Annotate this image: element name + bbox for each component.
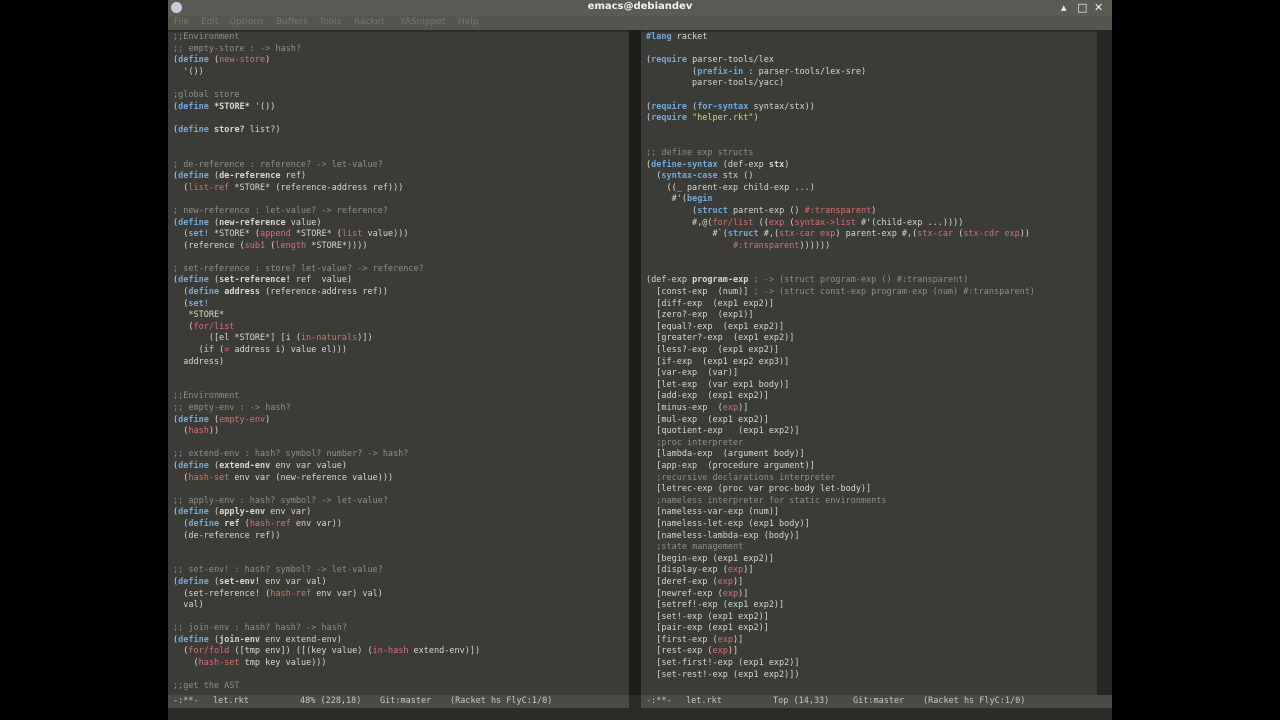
echo-area[interactable] xyxy=(168,708,1112,720)
modeline-position: Top (14,33) xyxy=(773,696,830,706)
modeline-state: -:**- xyxy=(173,696,199,706)
menu-help[interactable]: Help xyxy=(458,17,479,27)
right-pane-scrollbar[interactable] xyxy=(1097,30,1112,695)
left-mode-line[interactable]: -:**- let.rkt 48% (228,18) Git:master (R… xyxy=(168,695,629,708)
left-editor-pane[interactable]: ;;Environment ;; empty-store : -> hash? … xyxy=(168,32,629,695)
right-mode-line[interactable]: -:**- let.rkt Top (14,33) Git:master (Ra… xyxy=(641,695,1112,708)
menu-file[interactable]: File xyxy=(174,17,189,27)
modeline-buffer: let.rkt xyxy=(213,696,249,706)
maximize-icon[interactable]: □ xyxy=(1077,1,1087,14)
title-bar: emacs@debiandev ▴ □ ✕ xyxy=(168,0,1112,16)
window-title: emacs@debiandev xyxy=(587,1,693,12)
right-editor-pane[interactable]: #lang racket (require parser-tools/lex (… xyxy=(641,32,1097,695)
right-code-buffer[interactable]: #lang racket (require parser-tools/lex (… xyxy=(646,32,1035,681)
modeline-position: 48% (228,18) xyxy=(300,696,362,706)
menu-tools[interactable]: Tools xyxy=(319,17,341,27)
emacs-window: emacs@debiandev ▴ □ ✕ File Edit Options … xyxy=(168,0,1112,720)
menu-buffers[interactable]: Buffers xyxy=(276,17,308,27)
modeline-modes: (Racket hs FlyC:1/0) xyxy=(450,696,553,706)
modeline-vc: Git:master xyxy=(853,696,905,706)
menu-icon[interactable]: ▴ xyxy=(1061,1,1067,14)
close-icon[interactable]: ✕ xyxy=(1094,1,1103,14)
menu-edit[interactable]: Edit xyxy=(201,17,218,27)
modeline-modes: (Racket hs FlyC:1/0) xyxy=(923,696,1026,706)
modeline-vc: Git:master xyxy=(380,696,432,706)
modeline-state: -:**- xyxy=(646,696,672,706)
left-pane-scrollbar[interactable] xyxy=(629,30,641,695)
modeline-buffer: let.rkt xyxy=(686,696,722,706)
left-code-buffer[interactable]: ;;Environment ;; empty-store : -> hash? … xyxy=(173,32,480,693)
menu-options[interactable]: Options xyxy=(229,17,264,27)
menu-racket[interactable]: Racket xyxy=(354,17,384,27)
menu-bar: File Edit Options Buffers Tools Racket Y… xyxy=(168,16,1112,30)
menu-yasnippet[interactable]: YASnippet xyxy=(400,17,445,27)
